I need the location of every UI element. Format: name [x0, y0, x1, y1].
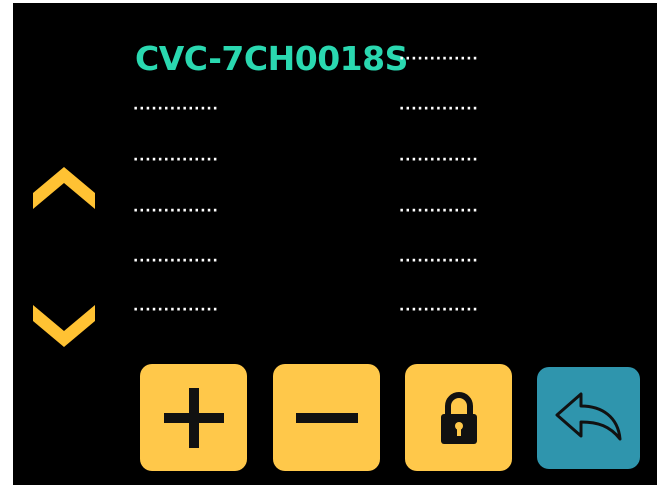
- lock-icon: [440, 391, 477, 444]
- row-1-left-value: ··············: [133, 101, 219, 117]
- row-4-right-value: ·············: [399, 253, 479, 269]
- row-2-right-value: ·············: [399, 152, 479, 168]
- increase-button[interactable]: [140, 364, 247, 471]
- row-1-right-value: ·············: [399, 101, 479, 117]
- title-value: ·············: [399, 51, 479, 67]
- row-5-right-value: ·············: [399, 302, 479, 318]
- row-4-left-value: ··············: [133, 253, 219, 269]
- chevron-up-icon: [33, 167, 95, 209]
- row-3-right-value: ·············: [399, 203, 479, 219]
- device-screen: CVC-7CH0018S ············· ·············…: [13, 3, 657, 485]
- scroll-up-button[interactable]: [33, 165, 95, 215]
- row-3-left-value: ··············: [133, 203, 219, 219]
- row-2-left-value: ··············: [133, 152, 219, 168]
- back-arrow-icon: [555, 392, 621, 441]
- row-5-left-value: ··············: [133, 302, 219, 318]
- plus-icon: [163, 387, 224, 448]
- decrease-button[interactable]: [273, 364, 380, 471]
- model-title: CVC-7CH0018S: [135, 39, 408, 78]
- minus-icon: [295, 412, 358, 423]
- scroll-down-button[interactable]: [33, 303, 95, 353]
- chevron-down-icon: [33, 305, 95, 347]
- lock-button[interactable]: [405, 364, 512, 471]
- back-button[interactable]: [537, 367, 640, 469]
